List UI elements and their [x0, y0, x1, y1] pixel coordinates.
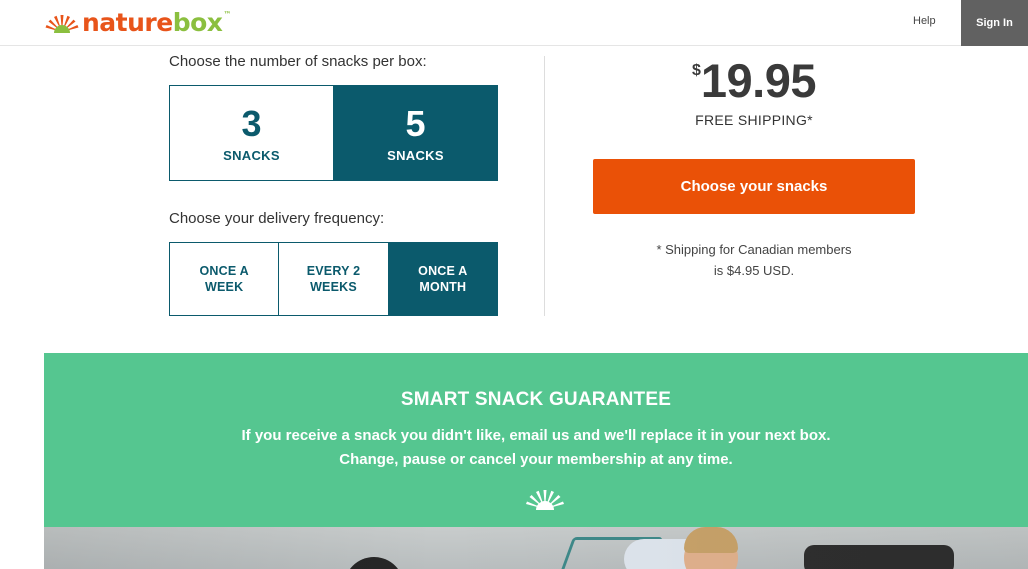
sunburst-icon	[526, 490, 564, 510]
guarantee-title: SMART SNACK GUARANTEE	[400, 389, 672, 410]
price-amount: 19.95	[700, 54, 817, 107]
logo-trademark: ™	[223, 10, 231, 19]
column-divider	[544, 56, 545, 316]
snack-option-number: 3	[241, 102, 262, 144]
snack-option-word: SNACKS	[223, 147, 280, 163]
price-display: $19.95	[593, 54, 915, 108]
free-shipping-text: FREE SHIPPING*	[695, 112, 813, 128]
sign-in-button[interactable]: Sign In	[961, 0, 1028, 46]
hero-photo	[44, 527, 1028, 569]
help-link[interactable]: Help	[913, 15, 936, 27]
logo-word-nature: nature	[82, 8, 173, 37]
shipping-note-line2: is $4.95 USD.	[713, 263, 795, 278]
logo-wordmark: naturebox™	[82, 8, 231, 38]
sunburst-logo-icon	[45, 15, 79, 33]
smart-snack-guarantee-banner: SMART SNACK GUARANTEE If you receive a s…	[44, 353, 1028, 527]
logo-word-box: box	[172, 8, 223, 37]
frequency-option-biweekly[interactable]: EVERY 2 WEEKS	[278, 243, 388, 315]
guarantee-line-1: If you receive a snack you didn't like, …	[241, 427, 831, 444]
snack-count-selector: 3 SNACKS 5 SNACKS	[169, 85, 498, 181]
shipping-note-line1: * Shipping for Canadian members	[656, 242, 852, 257]
frequency-option-weekly[interactable]: ONCE A WEEK	[170, 243, 279, 315]
guarantee-line-2: Change, pause or cancel your membership …	[339, 451, 733, 468]
frequency-option-monthly[interactable]: ONCE A MONTH	[387, 243, 497, 315]
snack-option-word: SNACKS	[387, 147, 444, 163]
top-header: naturebox™ Help Sign In	[0, 0, 1028, 46]
shipping-note: * Shipping for Canadian members is $4.95…	[593, 239, 915, 281]
snacks-per-box-label: Choose the number of snacks per box:	[169, 53, 427, 70]
snack-option-5[interactable]: 5 SNACKS	[333, 86, 497, 180]
price-currency: $	[691, 62, 701, 79]
delivery-frequency-label: Choose your delivery frequency:	[169, 210, 385, 227]
delivery-frequency-selector: ONCE A WEEK EVERY 2 WEEKS ONCE A MONTH	[169, 242, 498, 316]
choose-your-snacks-button[interactable]: Choose your snacks	[593, 159, 915, 214]
naturebox-logo[interactable]: naturebox™	[44, 8, 231, 38]
snack-option-number: 5	[405, 102, 426, 144]
photo-shading	[44, 527, 1028, 569]
snack-option-3[interactable]: 3 SNACKS	[170, 86, 333, 180]
